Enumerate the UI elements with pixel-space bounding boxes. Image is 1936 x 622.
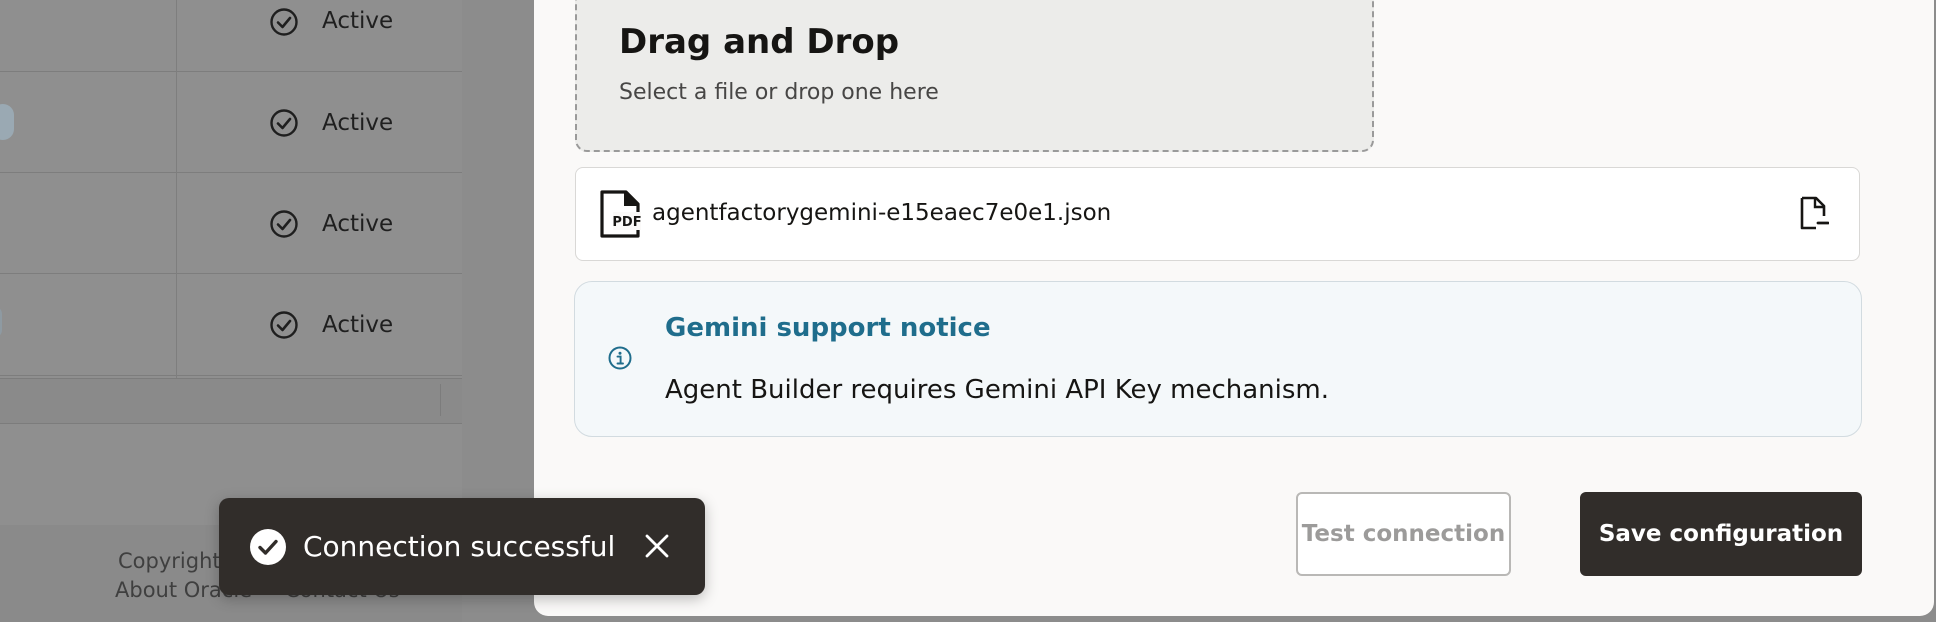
dropzone-title: Drag and Drop: [619, 22, 900, 62]
test-connection-button[interactable]: Test connection: [1296, 492, 1511, 576]
file-name: agentfactorygemini-e15eaec7e0e1.json: [652, 200, 1112, 226]
save-configuration-button[interactable]: Save configuration: [1580, 492, 1862, 576]
status-text: Active: [322, 110, 394, 136]
status-text: Active: [322, 211, 394, 237]
info-icon: [608, 346, 632, 370]
close-icon[interactable]: [643, 532, 671, 560]
check-circle-icon: [270, 8, 298, 36]
status-text: Active: [322, 312, 394, 338]
table-pagination-bar: [0, 378, 462, 424]
column-divider: [176, 0, 177, 378]
svg-text:PDF: PDF: [612, 215, 641, 230]
pdf-file-icon: PDF: [600, 190, 641, 238]
background-table: [0, 0, 462, 420]
check-circle-icon: [270, 109, 298, 137]
check-circle-icon: [270, 210, 298, 238]
check-circle-icon: [250, 529, 286, 565]
notice-title: Gemini support notice: [665, 313, 991, 343]
file-remove-icon[interactable]: [1799, 196, 1829, 230]
status-text: Active: [322, 8, 394, 34]
dropzone-subtitle: Select a file or drop one here: [619, 80, 939, 105]
gemini-support-notice: [574, 281, 1862, 437]
toast-message: Connection successful: [303, 530, 616, 563]
notice-body: Agent Builder requires Gemini API Key me…: [665, 375, 1330, 405]
check-circle-icon: [270, 311, 298, 339]
avatar: [0, 104, 14, 140]
footer-copyright: Copyright: [118, 549, 221, 573]
divider: [440, 384, 441, 416]
